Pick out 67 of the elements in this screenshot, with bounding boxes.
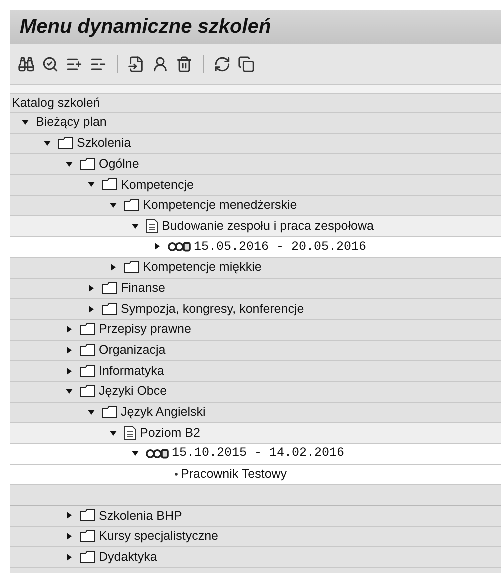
tree-item[interactable]: Organizacja [99, 341, 166, 360]
expand-arrow-icon[interactable] [110, 264, 117, 272]
tree-item[interactable]: Szkolenia BHP [99, 506, 182, 526]
collapse-arrow-icon[interactable] [44, 140, 51, 148]
copy-icon[interactable] [238, 56, 255, 72]
column-header: Katalog szkoleń [12, 94, 100, 112]
folder-icon [80, 509, 96, 522]
tree-item[interactable]: Ogólne [99, 154, 140, 174]
expand-arrow-icon[interactable] [88, 284, 95, 292]
expand-arrow-icon[interactable] [88, 306, 95, 313]
folder-icon [80, 550, 96, 564]
expand-arrow-icon[interactable] [154, 243, 161, 250]
collapse-arrow-icon[interactable] [88, 181, 95, 188]
tree-item[interactable]: Języki Obce [99, 382, 168, 402]
collapse-arrow-icon[interactable] [110, 202, 117, 210]
tree-item[interactable]: Szkolenia [77, 134, 132, 153]
find-icon[interactable] [18, 56, 35, 72]
tree-item[interactable]: Kursy specjalistyczne [99, 527, 218, 546]
collapse-arrow-icon[interactable] [66, 388, 73, 396]
document-icon [146, 218, 159, 234]
folder-icon [102, 282, 118, 295]
expand-arrow-icon[interactable] [66, 554, 73, 561]
folder-icon [58, 137, 74, 150]
refresh-icon[interactable] [214, 56, 231, 72]
tree-item[interactable]: Informatyka [99, 362, 164, 380]
status-lights-icon [168, 242, 191, 252]
collapse-arrow-icon[interactable] [88, 408, 95, 416]
person-icon[interactable] [152, 56, 169, 72]
tree-item[interactable]: Kompetencje [121, 176, 194, 194]
folder-icon [80, 323, 96, 336]
folder-icon [80, 385, 96, 398]
collapse-arrow-icon[interactable] [66, 160, 73, 168]
folder-icon [80, 530, 96, 544]
tree-item[interactable]: Bieżący plan [36, 113, 107, 132]
delete-icon[interactable] [176, 56, 193, 72]
search-icon[interactable] [42, 56, 59, 72]
folder-icon [124, 261, 140, 274]
tree-item[interactable]: Poziom B2 [140, 424, 200, 443]
tree-item[interactable]: Pracownik Testowy [181, 465, 288, 484]
expand-arrow-icon[interactable] [66, 512, 73, 520]
folder-icon [124, 199, 140, 212]
tree-item[interactable]: Kompetencje menedżerskie [143, 196, 298, 215]
collapse-arrow-icon[interactable] [22, 119, 29, 126]
expand-arrow-icon[interactable] [66, 533, 73, 540]
status-lights-icon [146, 448, 169, 459]
document-icon [124, 426, 137, 441]
tree-item[interactable]: Finanse [121, 278, 166, 298]
tree-item[interactable]: Język Angielski [121, 403, 206, 422]
folder-icon [102, 302, 118, 316]
tree-item[interactable]: Sympozja, kongresy, konferencje [121, 300, 304, 318]
folder-icon [102, 178, 118, 192]
collapse-arrow-icon[interactable] [132, 450, 139, 458]
folder-icon [80, 344, 96, 357]
tree-item[interactable]: Kompetencje miękkie [143, 258, 262, 278]
import-icon[interactable] [128, 56, 145, 72]
expand-arrow-icon[interactable] [66, 326, 73, 334]
folder-icon [80, 158, 96, 171]
folder-icon [80, 364, 96, 378]
collapse-arrow-icon[interactable] [132, 222, 139, 230]
expand-arrow-icon[interactable] [66, 346, 73, 354]
expand-arrow-icon[interactable] [66, 368, 73, 375]
window-title: Menu dynamiczne szkoleń [20, 15, 272, 40]
bullet-icon [175, 473, 178, 476]
folder-icon [102, 406, 118, 419]
tree-item[interactable]: Przepisy prawne [99, 320, 192, 340]
tree-item[interactable]: Dydaktyka [99, 548, 158, 567]
collapse-arrow-icon[interactable] [110, 430, 117, 437]
